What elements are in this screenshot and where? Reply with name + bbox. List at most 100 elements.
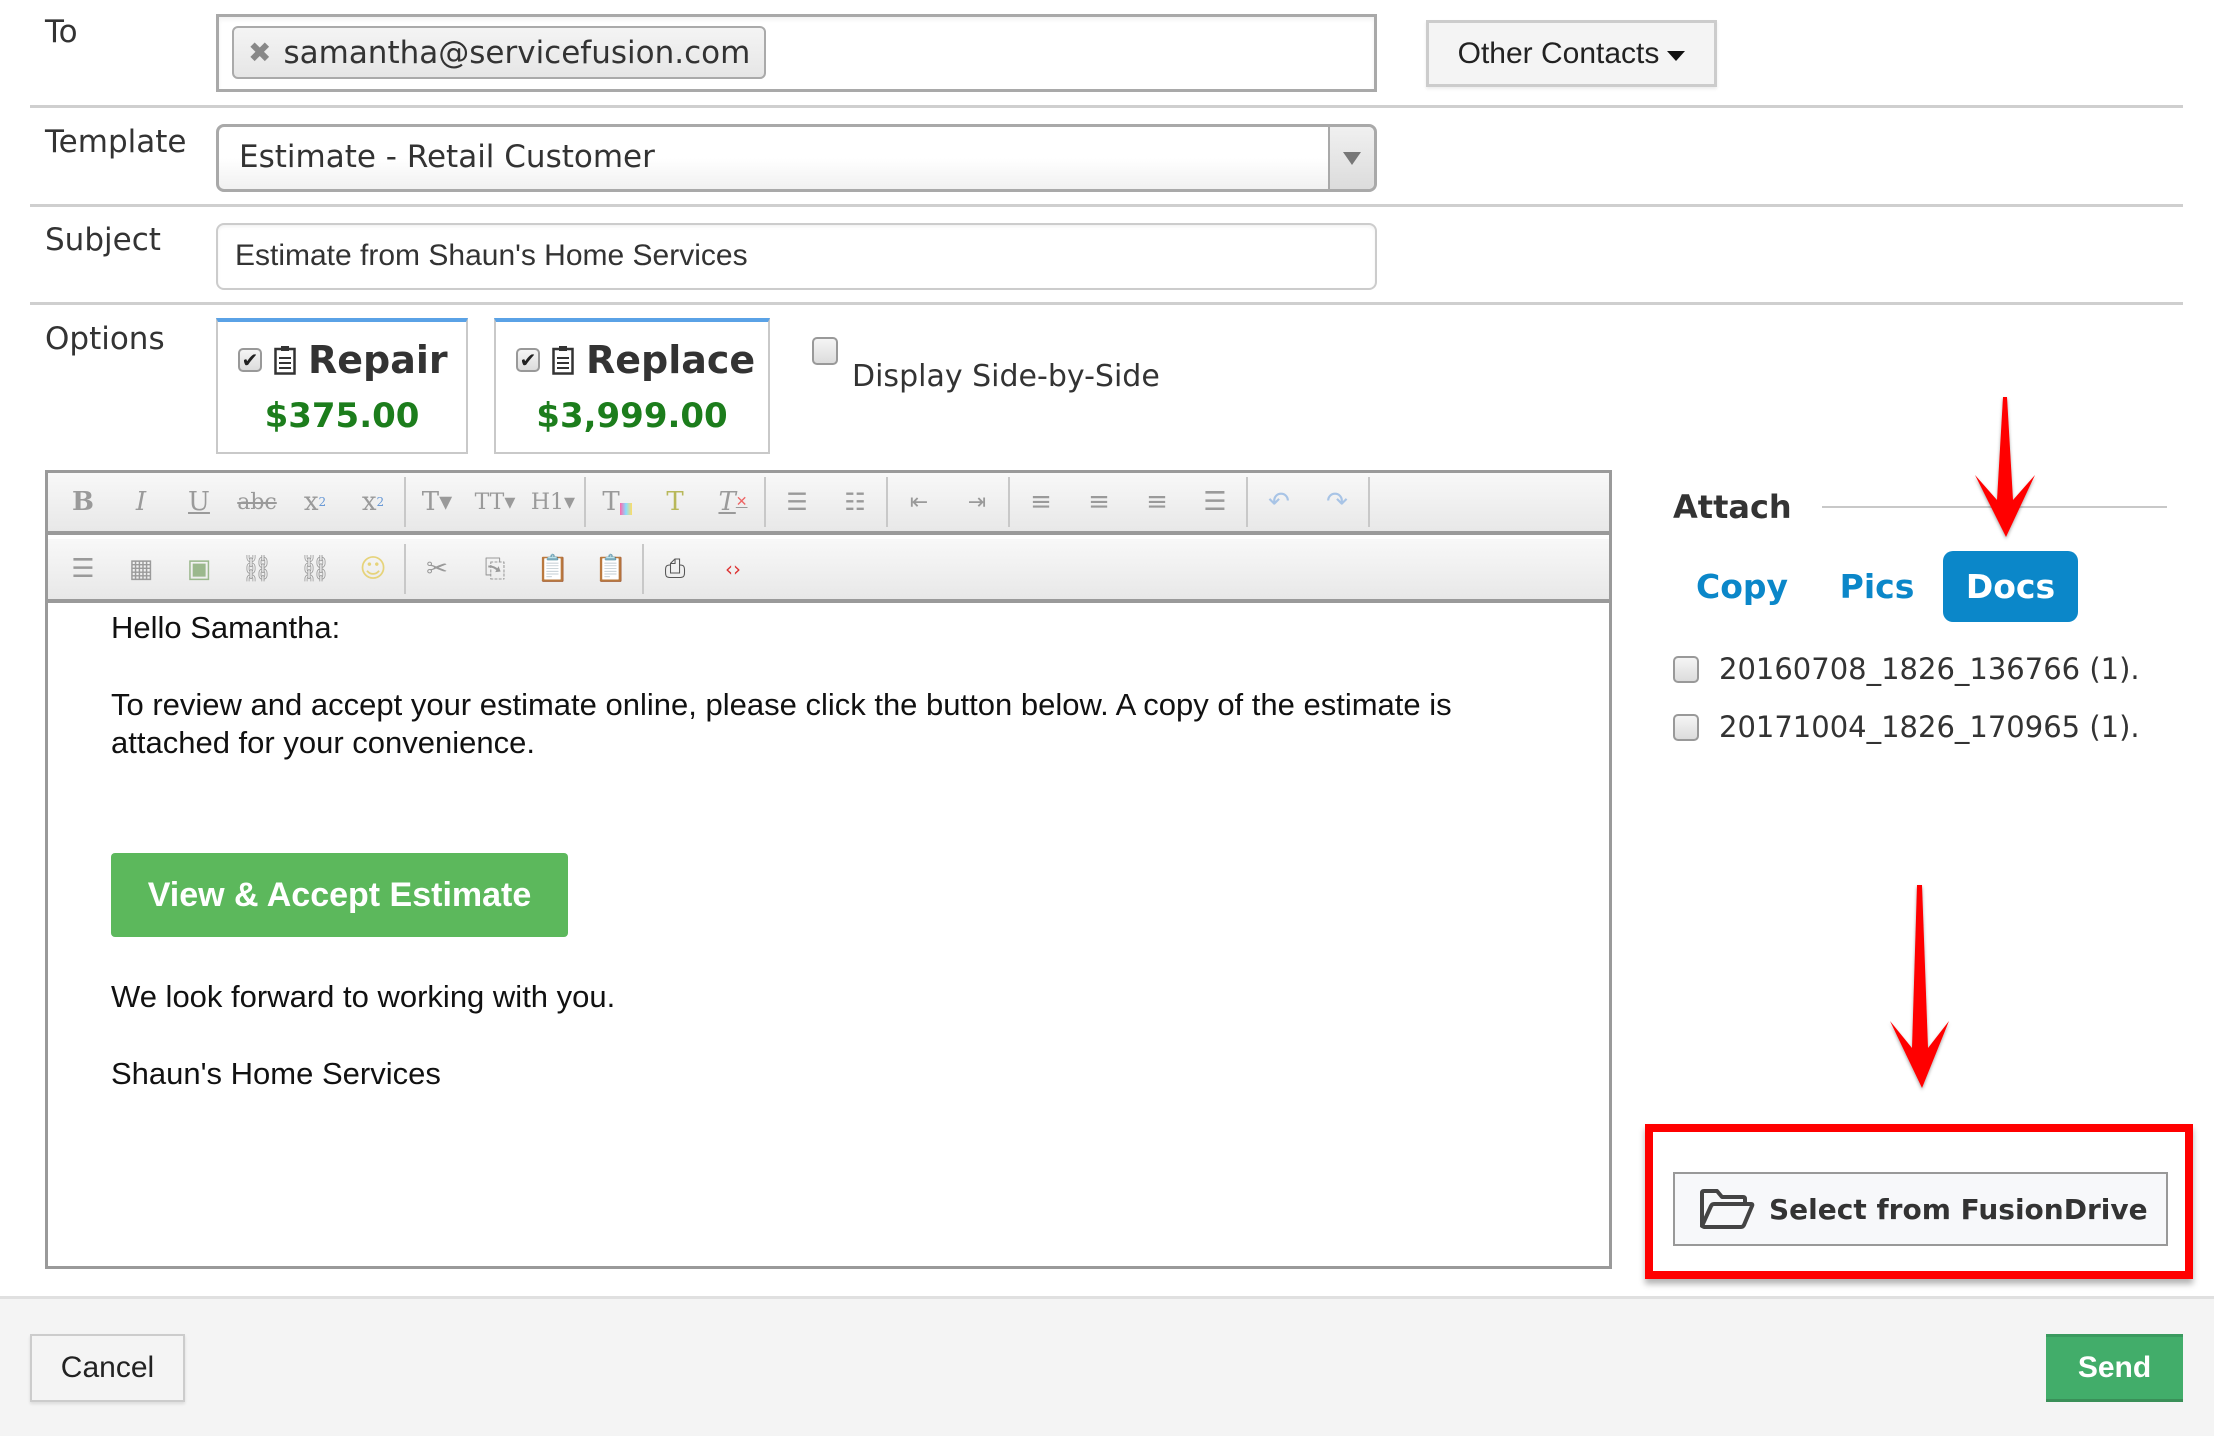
side-by-side-label: Display Side-by-Side: [852, 359, 1160, 394]
modal-footer: [0, 1296, 2214, 1436]
toolbar-separator: [642, 544, 644, 594]
email-signature: Shaun's Home Services: [111, 1056, 441, 1091]
table-icon[interactable]: ▦: [112, 544, 170, 594]
file-checkbox[interactable]: [1673, 713, 1699, 741]
copy-icon[interactable]: ⎘: [466, 544, 524, 594]
option-repair-checkbox[interactable]: ✔: [238, 348, 262, 372]
align-right-icon[interactable]: ≡: [1128, 477, 1186, 527]
paste-text-icon[interactable]: 📋: [582, 544, 640, 594]
editor-toolbar-row-1: B I U abc x2 x2 T▾ TT▾ H1▾ T T T ✕ ☰ ☷ ⇤ …: [48, 473, 1609, 535]
option-title: Repair: [308, 338, 448, 382]
side-by-side-checkbox[interactable]: [812, 337, 838, 365]
clipboard-icon: [274, 346, 296, 375]
attach-tab-pics[interactable]: Pics: [1832, 551, 1922, 622]
option-price: $375.00: [264, 396, 420, 436]
numbered-list-icon[interactable]: ☷: [826, 477, 884, 527]
divider: [30, 105, 2183, 108]
emoji-icon[interactable]: ☺: [344, 544, 402, 594]
align-left-icon[interactable]: ≡: [1012, 477, 1070, 527]
underline-icon[interactable]: U: [170, 477, 228, 527]
justify-icon[interactable]: ☰: [1186, 477, 1244, 527]
file-item: 20171004_1826_170965 (1).: [1673, 710, 2140, 744]
display-side-by-side[interactable]: Display Side-by-Side: [812, 337, 1160, 394]
template-label: Template: [45, 124, 187, 160]
toolbar-separator: [404, 544, 406, 594]
other-contacts-button[interactable]: Other Contacts: [1426, 20, 1717, 87]
unlink-icon[interactable]: ⛓: [286, 544, 344, 594]
undo-icon[interactable]: ↶: [1250, 477, 1308, 527]
remove-format-icon[interactable]: T ✕: [704, 477, 762, 527]
divider: [30, 204, 2183, 207]
link-icon[interactable]: ⛓: [228, 544, 286, 594]
attach-tab-docs[interactable]: Docs: [1943, 551, 2078, 622]
annotation-arrow-icon: [1890, 885, 1949, 1088]
bullet-list-icon[interactable]: ☰: [768, 477, 826, 527]
remove-recipient-icon[interactable]: ✖: [248, 36, 271, 69]
file-item: 20160708_1826_136766 (1).: [1673, 652, 2140, 686]
paste-icon[interactable]: 📋: [524, 544, 582, 594]
file-name: 20160708_1826_136766 (1).: [1719, 652, 2140, 686]
heading-icon[interactable]: H1▾: [524, 477, 582, 527]
option-title: Replace: [586, 338, 756, 382]
subject-label: Subject: [45, 222, 161, 258]
clipboard-icon: [552, 346, 574, 375]
recipient-chip: ✖ samantha@servicefusion.com: [232, 26, 767, 79]
bold-icon[interactable]: B: [54, 477, 112, 527]
send-button[interactable]: Send: [2046, 1334, 2183, 1402]
toolbar-separator: [764, 477, 766, 527]
subscript-icon[interactable]: x2: [286, 477, 344, 527]
option-card-repair[interactable]: ✔ Repair $375.00: [216, 318, 468, 454]
to-field[interactable]: ✖ samantha@servicefusion.com: [216, 14, 1377, 92]
email-greeting: Hello Samantha:: [111, 610, 341, 645]
font-family-icon[interactable]: T▾: [408, 477, 466, 527]
highlight-icon[interactable]: T: [646, 477, 704, 527]
horizontal-rule-icon[interactable]: ☰: [54, 544, 112, 594]
template-select[interactable]: Estimate - Retail Customer: [216, 124, 1377, 192]
select-from-fusiondrive-button[interactable]: Select from FusionDrive: [1673, 1172, 2168, 1246]
attach-title: Attach: [1673, 488, 1792, 526]
image-icon[interactable]: ▣: [170, 544, 228, 594]
italic-icon[interactable]: I: [112, 477, 170, 527]
source-code-icon[interactable]: ‹›: [704, 544, 762, 594]
subject-value: Estimate from Shaun's Home Services: [235, 239, 748, 272]
view-accept-estimate-button[interactable]: View & Accept Estimate: [111, 853, 568, 937]
caret-down-icon: [1667, 50, 1686, 61]
toolbar-separator: [886, 477, 888, 527]
option-price: $3,999.00: [536, 396, 728, 436]
superscript-icon[interactable]: x2: [344, 477, 402, 527]
toolbar-separator: [1368, 477, 1370, 527]
font-size-icon[interactable]: TT▾: [466, 477, 524, 527]
option-card-replace[interactable]: ✔ Replace $3,999.00: [494, 318, 770, 454]
redo-icon[interactable]: ↷: [1308, 477, 1366, 527]
cut-icon[interactable]: ✂: [408, 544, 466, 594]
options-label: Options: [45, 321, 165, 357]
recipient-email: samantha@servicefusion.com: [283, 34, 751, 71]
attach-tab-copy[interactable]: Copy: [1690, 551, 1794, 622]
to-label: To: [45, 14, 78, 50]
email-paragraph: To review and accept your estimate onlin…: [111, 687, 1452, 760]
indent-icon[interactable]: ⇥: [948, 477, 1006, 527]
strikethrough-icon[interactable]: abc: [228, 477, 286, 527]
email-closing: We look forward to working with you.: [111, 979, 616, 1014]
toolbar-separator: [584, 477, 586, 527]
option-replace-checkbox[interactable]: ✔: [516, 348, 540, 372]
file-name: 20171004_1826_170965 (1).: [1719, 710, 2140, 744]
other-contacts-label: Other Contacts: [1457, 36, 1660, 70]
align-center-icon[interactable]: ≡: [1070, 477, 1128, 527]
template-value: Estimate - Retail Customer: [239, 139, 655, 175]
email-body-editor[interactable]: B I U abc x2 x2 T▾ TT▾ H1▾ T T T ✕ ☰ ☷ ⇤ …: [45, 470, 1612, 1269]
print-icon[interactable]: ⎙: [646, 544, 704, 594]
dropdown-arrow-icon[interactable]: [1328, 127, 1374, 189]
fusiondrive-label: Select from FusionDrive: [1769, 1192, 2148, 1226]
outdent-icon[interactable]: ⇤: [890, 477, 948, 527]
annotation-arrow-icon: [1975, 397, 2035, 537]
cancel-button[interactable]: Cancel: [30, 1334, 185, 1402]
subject-input[interactable]: Estimate from Shaun's Home Services: [216, 223, 1377, 290]
divider: [30, 302, 2183, 305]
toolbar-separator: [1008, 477, 1010, 527]
text-color-icon[interactable]: T: [588, 477, 646, 527]
toolbar-separator: [1246, 477, 1248, 527]
file-checkbox[interactable]: [1673, 655, 1699, 683]
editor-toolbar-row-2: ☰ ▦ ▣ ⛓ ⛓ ☺ ✂ ⎘ 📋 📋 ⎙ ‹›: [48, 539, 1609, 603]
toolbar-separator: [404, 477, 406, 527]
